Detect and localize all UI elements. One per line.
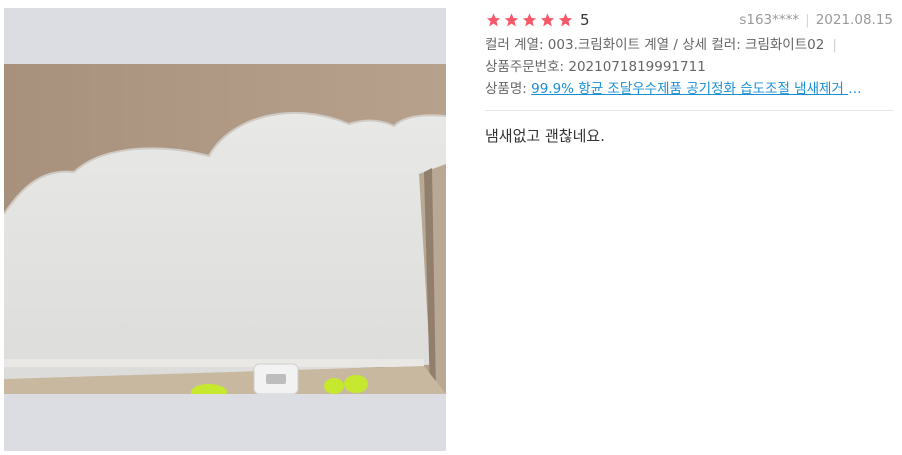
star-rating xyxy=(485,12,574,28)
order-line: 상품주문번호: 2021071819991711 xyxy=(485,56,893,78)
star-icon xyxy=(504,13,519,27)
review-text: 냄새없고 괜찮네요. xyxy=(485,127,605,145)
reviewer-id: s163**** xyxy=(739,12,800,28)
star-icon xyxy=(522,13,537,27)
review-photo[interactable] xyxy=(4,64,446,394)
star-icon xyxy=(540,13,555,27)
product-label: 상품명: xyxy=(485,81,532,97)
review-meta: s163**** | 2021.08.15 xyxy=(739,12,893,28)
option-line: 컬러 계열: 003.크림화이트 계열 / 상세 컬러: 크림화이트02 | xyxy=(485,34,893,56)
rating-value: 5 xyxy=(580,11,590,29)
meta-divider: | xyxy=(805,12,810,28)
review-photo-frame[interactable] xyxy=(4,8,446,451)
review-divider xyxy=(485,110,893,111)
review-photo-image xyxy=(4,64,446,394)
review-date: 2021.08.15 xyxy=(815,12,893,28)
review-info: 5 s163**** | 2021.08.15 컬러 계열: 003.크림화이트 계… xyxy=(485,8,893,146)
product-line: 상품명: 99.9% 항균 조달우수제품 공기정화 습도조절 냄새제거 친환경 … xyxy=(485,78,893,100)
order-number: 상품주문번호: 2021071819991711 xyxy=(485,59,706,75)
star-icon xyxy=(486,13,501,27)
star-icon xyxy=(558,13,573,27)
review-header: 5 s163**** | 2021.08.15 xyxy=(485,8,893,34)
product-name-link[interactable]: 99.9% 항균 조달우수제품 공기정화 습도조절 냄새제거 친환경 규조토 페… xyxy=(531,78,871,100)
option-text: 컬러 계열: 003.크림화이트 계열 / 상세 컬러: 크림화이트02 xyxy=(485,37,825,53)
option-divider: | xyxy=(832,37,837,53)
